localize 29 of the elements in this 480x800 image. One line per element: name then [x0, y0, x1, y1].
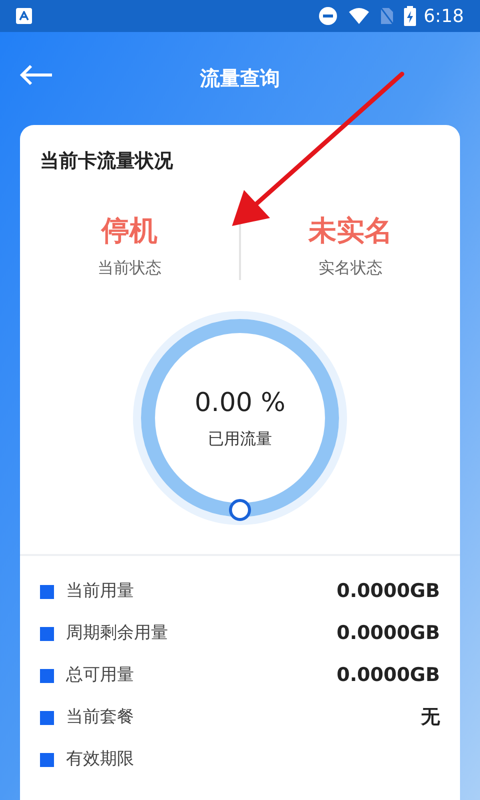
- row-label: 有效期限: [66, 748, 134, 771]
- no-sim-icon: [380, 7, 394, 25]
- bullet-square-icon: [40, 626, 54, 640]
- state-value: 未实名: [308, 212, 392, 248]
- app-notification-icon: [16, 8, 32, 24]
- row-label: 总可用量: [66, 664, 134, 687]
- card-title: 当前卡流量状况: [40, 149, 174, 174]
- wifi-icon: [348, 7, 370, 25]
- battery-charging-icon: [404, 6, 416, 26]
- bullet-square-icon: [40, 584, 54, 598]
- row-label: 当前用量: [66, 580, 134, 603]
- state-value: 停机: [102, 212, 158, 248]
- usage-percent: 0.00 %: [194, 387, 286, 420]
- usage-label: 已用流量: [208, 428, 272, 450]
- row-value: 0.0000GB: [336, 621, 440, 646]
- progress-knob: [228, 498, 252, 522]
- row-label: 周期剩余用量: [66, 622, 168, 645]
- do-not-disturb-icon: [318, 6, 338, 26]
- row-label: 当前套餐: [66, 706, 134, 729]
- bullet-square-icon: [40, 752, 54, 766]
- row-value: 0.0000GB: [336, 663, 440, 688]
- page-title: 流量查询: [200, 64, 280, 92]
- state-label: 实名状态: [318, 256, 382, 278]
- status-time: 6:18: [424, 4, 464, 28]
- state-label: 当前状态: [98, 256, 162, 278]
- bullet-square-icon: [40, 668, 54, 682]
- row-value: 无: [421, 705, 440, 730]
- bullet-square-icon: [40, 710, 54, 724]
- row-value: 0.0000GB: [336, 579, 440, 604]
